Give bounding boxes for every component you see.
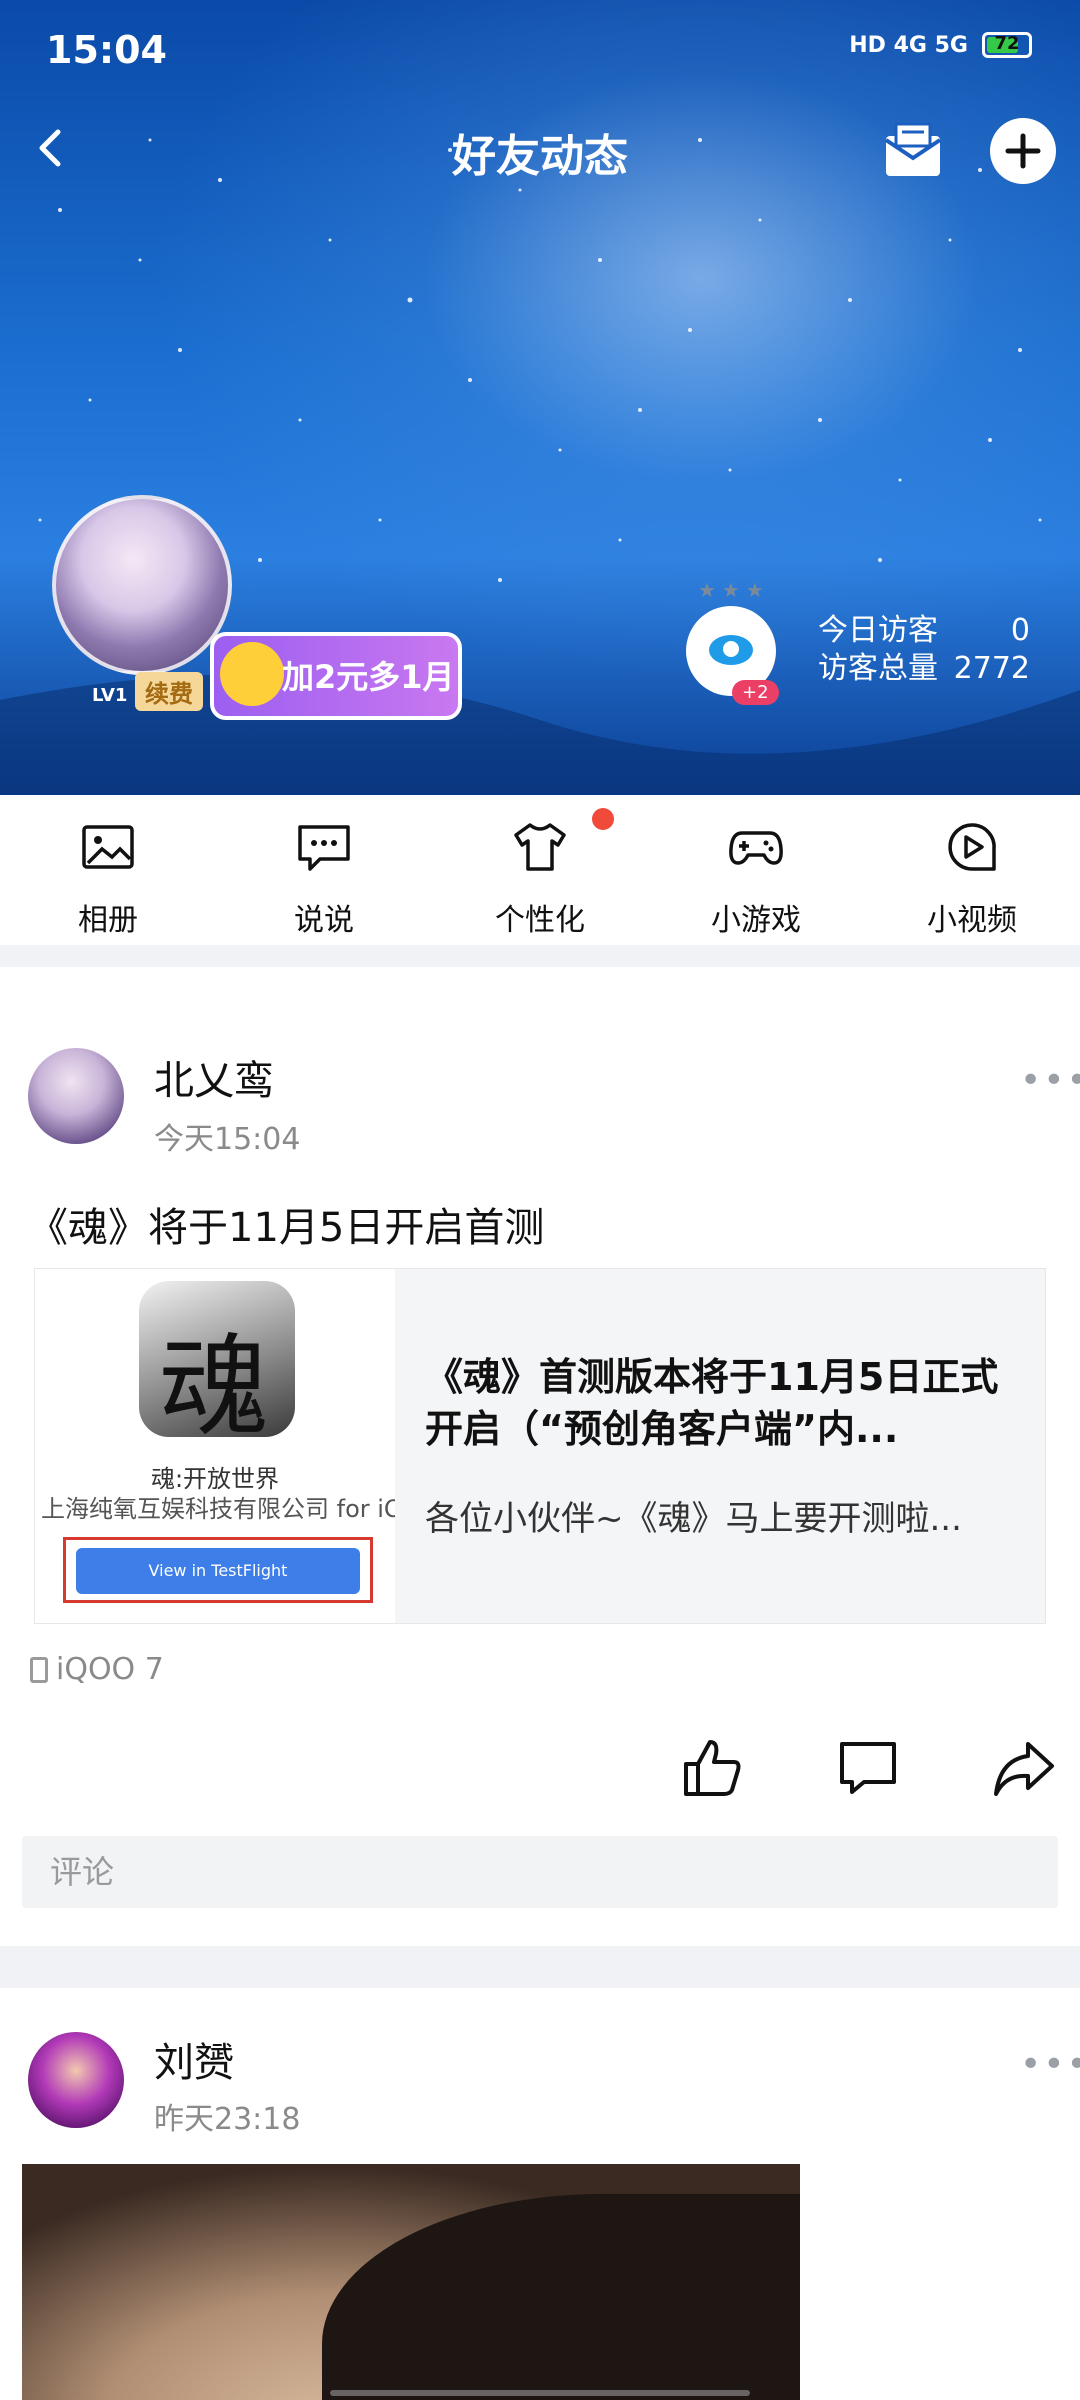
post-avatar[interactable]	[28, 2032, 124, 2128]
status-time: 15:04	[46, 28, 167, 72]
comment-input[interactable]: 评论	[22, 1836, 1058, 1908]
profile-header-banner: 15:04 HD 4G 5G 72 好友动态 LV1 续费 加2元多1月 ★★★…	[0, 0, 1080, 795]
app-icon: 魂	[139, 1281, 295, 1451]
my-avatar[interactable]	[52, 495, 232, 675]
level-badge: LV1	[92, 685, 128, 706]
highlight-box: View in TestFlight	[63, 1537, 373, 1603]
total-visitors-label: 访客总量	[818, 651, 938, 686]
plus-icon	[1005, 133, 1041, 169]
device-name: iQOO 7	[56, 1652, 164, 1687]
card-subtitle: 各位小伙伴~《魂》马上要开测啦...	[425, 1499, 962, 1539]
app-icon-glyph: 魂	[159, 1323, 269, 1451]
card-thumbnail: 魂 魂:开放世界 上海纯氧互娱科技有限公司 for iOS View in Te…	[35, 1269, 395, 1623]
network-indicator: HD 4G 5G	[849, 32, 968, 58]
gamepad-icon	[729, 831, 783, 865]
tab-label: 相册	[78, 903, 138, 938]
tshirt-icon	[514, 823, 566, 871]
post-avatar[interactable]	[28, 1048, 124, 1144]
tab-shuoshuo[interactable]: 说说	[216, 795, 432, 945]
testflight-button: View in TestFlight	[76, 1548, 360, 1594]
section-divider	[0, 1946, 1080, 1988]
mascot-icon	[220, 642, 284, 706]
more-options-icon[interactable]: •••	[1020, 2044, 1080, 2085]
tab-label: 说说	[294, 903, 354, 938]
renew-badge[interactable]: 续费	[135, 672, 203, 711]
today-visitors-count: 0	[1010, 613, 1030, 648]
battery-icon: 72	[982, 32, 1032, 58]
tab-label: 小游戏	[711, 903, 801, 938]
add-post-button[interactable]	[990, 118, 1056, 184]
post-username[interactable]: 刘赟	[154, 2030, 234, 2088]
shared-link-card[interactable]: 魂 魂:开放世界 上海纯氧互娱科技有限公司 for iOS View in Te…	[34, 1268, 1046, 1624]
section-divider	[0, 945, 1080, 967]
image-icon	[82, 825, 134, 869]
tab-album[interactable]: 相册	[0, 795, 216, 945]
visitor-stars: ★★★	[698, 578, 770, 602]
tab-short-video[interactable]: 小视频	[864, 795, 1080, 945]
total-visitors-count: 2772	[953, 651, 1030, 686]
vip-promo-badge[interactable]: 加2元多1月	[210, 632, 462, 720]
post-time: 昨天23:18	[154, 2102, 301, 2137]
device-source: iQOO 7	[30, 1652, 164, 1687]
card-title: 《魂》首测版本将于11月5日正式开启（“预创角客户端”内...	[425, 1355, 999, 1451]
inbox-icon[interactable]	[880, 118, 946, 184]
app-developer: 上海纯氧互娱科技有限公司 for iOS	[41, 1495, 395, 1523]
tab-label: 小视频	[927, 903, 1017, 938]
tab-label: 个性化	[495, 903, 585, 938]
tab-personalize[interactable]: 个性化	[432, 795, 648, 945]
chat-bubble-icon	[298, 825, 350, 871]
status-icons: HD 4G 5G 72	[849, 32, 1032, 58]
notification-dot	[592, 808, 614, 830]
visitor-badge: +2	[732, 680, 779, 705]
feature-tab-bar: 相册 说说 个性化 小游戏 小视频	[0, 795, 1080, 945]
more-options-icon[interactable]: •••	[1020, 1060, 1080, 1101]
post-username[interactable]: 北乂鸾	[154, 1048, 274, 1106]
home-indicator	[330, 2390, 750, 2396]
tab-mini-games[interactable]: 小游戏	[648, 795, 864, 945]
post-photo[interactable]	[22, 2164, 800, 2400]
vip-promo-label: 加2元多1月	[282, 658, 455, 696]
post-text: 《魂》将于11月5日开启首测	[28, 1205, 545, 1251]
visitor-stats[interactable]: 今日访客 0 访客总量 2772	[818, 612, 1030, 688]
status-bar: 15:04 HD 4G 5G 72	[0, 0, 1080, 100]
phone-icon	[30, 1657, 48, 1683]
share-icon[interactable]	[992, 1736, 1056, 1800]
top-nav-bar: 好友动态	[0, 100, 1080, 200]
today-visitors-label: 今日访客	[818, 613, 938, 648]
play-circle-icon	[948, 823, 996, 871]
like-icon[interactable]	[680, 1736, 744, 1800]
battery-level: 72	[994, 33, 1020, 54]
post-time: 今天15:04	[154, 1122, 301, 1157]
comment-icon[interactable]	[836, 1736, 900, 1800]
